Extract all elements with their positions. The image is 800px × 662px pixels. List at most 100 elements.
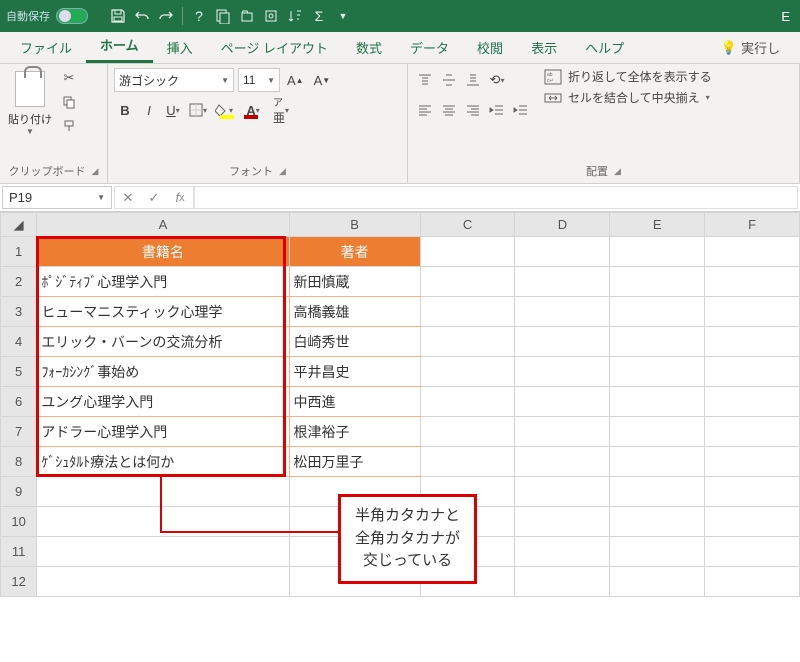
col-header-B[interactable]: B (289, 213, 420, 237)
enter-formula-icon[interactable]: ✓ (141, 190, 167, 206)
formula-input[interactable] (194, 186, 798, 209)
italic-button[interactable]: I (138, 98, 160, 122)
cell[interactable] (610, 477, 705, 507)
col-header-A[interactable]: A (37, 213, 289, 237)
tab-home[interactable]: ホーム (86, 29, 153, 63)
copy-icon[interactable] (58, 92, 80, 112)
cell[interactable] (420, 267, 515, 297)
row-header[interactable]: 6 (1, 387, 37, 417)
tab-page-layout[interactable]: ページ レイアウト (207, 32, 342, 63)
row-header[interactable]: 2 (1, 267, 37, 297)
cell[interactable] (420, 357, 515, 387)
tab-data[interactable]: データ (396, 32, 463, 63)
tab-review[interactable]: 校閲 (463, 32, 517, 63)
alignment-dialog-launcher[interactable]: ◢ (614, 166, 621, 177)
cell[interactable] (515, 447, 610, 477)
cell[interactable] (515, 357, 610, 387)
row-header[interactable]: 8 (1, 447, 37, 477)
cell[interactable] (515, 267, 610, 297)
cell[interactable]: 根津裕子 (289, 417, 420, 447)
cell[interactable]: 白崎秀世 (289, 327, 420, 357)
fx-icon[interactable]: fx (167, 190, 193, 205)
cell[interactable] (37, 537, 289, 567)
cell[interactable] (610, 417, 705, 447)
col-header-E[interactable]: E (610, 213, 705, 237)
col-header-F[interactable]: F (705, 213, 800, 237)
cell[interactable]: ユング心理学入門 (37, 387, 289, 417)
cell[interactable] (515, 567, 610, 597)
cell[interactable]: ﾌｫｰｶｼﾝｸﾞ事始め (37, 357, 289, 387)
cell[interactable] (610, 567, 705, 597)
save-icon[interactable] (108, 6, 128, 26)
cell[interactable] (37, 477, 289, 507)
orientation-icon[interactable]: ⟲▾ (486, 68, 508, 92)
decrease-font-icon[interactable]: A▼ (311, 68, 334, 92)
cell[interactable]: 書籍名 (37, 237, 289, 267)
row-header[interactable]: 9 (1, 477, 37, 507)
row-header[interactable]: 5 (1, 357, 37, 387)
cell[interactable]: アドラー心理学入門 (37, 417, 289, 447)
row-header[interactable]: 3 (1, 297, 37, 327)
wrap-text-button[interactable]: abc↵ 折り返して全体を表示する (544, 68, 712, 85)
align-bottom-icon[interactable] (462, 68, 484, 92)
align-middle-icon[interactable] (438, 68, 460, 92)
align-center-icon[interactable] (438, 98, 460, 122)
row-header[interactable]: 11 (1, 537, 37, 567)
increase-font-icon[interactable]: A▲ (284, 68, 307, 92)
cell[interactable] (515, 477, 610, 507)
paste-button[interactable]: 貼り付け ▼ (6, 68, 54, 138)
autosave-toggle[interactable]: 自動保存 (6, 8, 88, 24)
clipboard-dialog-launcher[interactable]: ◢ (92, 166, 99, 177)
cell[interactable] (705, 417, 800, 447)
open-icon[interactable] (237, 6, 257, 26)
cell[interactable]: エリック・バーンの交流分析 (37, 327, 289, 357)
align-left-icon[interactable] (414, 98, 436, 122)
cell[interactable] (610, 537, 705, 567)
cell[interactable] (705, 237, 800, 267)
underline-button[interactable]: U▾ (162, 98, 184, 122)
cell[interactable]: ﾎﾟｼﾞﾃｨﾌﾞ心理学入門 (37, 267, 289, 297)
cell[interactable]: 著者 (289, 237, 420, 267)
font-name-selector[interactable]: 游ゴシック ▼ (114, 68, 234, 92)
cell[interactable] (610, 297, 705, 327)
cell[interactable] (515, 297, 610, 327)
undo-icon[interactable] (132, 6, 152, 26)
cell[interactable] (515, 537, 610, 567)
cell[interactable] (705, 507, 800, 537)
help-icon[interactable]: ? (189, 6, 209, 26)
new-sheet-icon[interactable] (213, 6, 233, 26)
cell[interactable] (610, 327, 705, 357)
cell[interactable] (515, 237, 610, 267)
tab-view[interactable]: 表示 (517, 32, 571, 63)
cell[interactable] (515, 387, 610, 417)
cell[interactable] (705, 477, 800, 507)
sort-icon[interactable] (285, 6, 305, 26)
merge-center-button[interactable]: セルを結合して中央揃え ▾ (544, 89, 712, 106)
cell[interactable] (515, 507, 610, 537)
cell[interactable] (420, 297, 515, 327)
cell[interactable]: 高橋義雄 (289, 297, 420, 327)
cell[interactable] (705, 267, 800, 297)
cell[interactable] (37, 567, 289, 597)
cell[interactable] (705, 327, 800, 357)
cell[interactable] (705, 567, 800, 597)
cell[interactable]: 中西進 (289, 387, 420, 417)
phonetic-button[interactable]: ア亜▾ (270, 98, 292, 122)
qat-dropdown-icon[interactable]: ▼ (333, 6, 353, 26)
cell[interactable] (420, 237, 515, 267)
cell[interactable] (610, 507, 705, 537)
preview-icon[interactable] (261, 6, 281, 26)
border-button[interactable]: ▾ (186, 98, 210, 122)
cell[interactable]: 松田万里子 (289, 447, 420, 477)
cell[interactable] (705, 387, 800, 417)
cell[interactable] (515, 417, 610, 447)
align-right-icon[interactable] (462, 98, 484, 122)
cell[interactable] (515, 327, 610, 357)
font-size-selector[interactable]: 11 ▼ (238, 68, 280, 92)
cell[interactable]: 新田慎蔵 (289, 267, 420, 297)
format-painter-icon[interactable] (58, 116, 80, 136)
tab-formulas[interactable]: 数式 (342, 32, 396, 63)
select-all-corner[interactable]: ◢ (1, 213, 37, 237)
cell[interactable] (610, 237, 705, 267)
cell[interactable] (610, 267, 705, 297)
